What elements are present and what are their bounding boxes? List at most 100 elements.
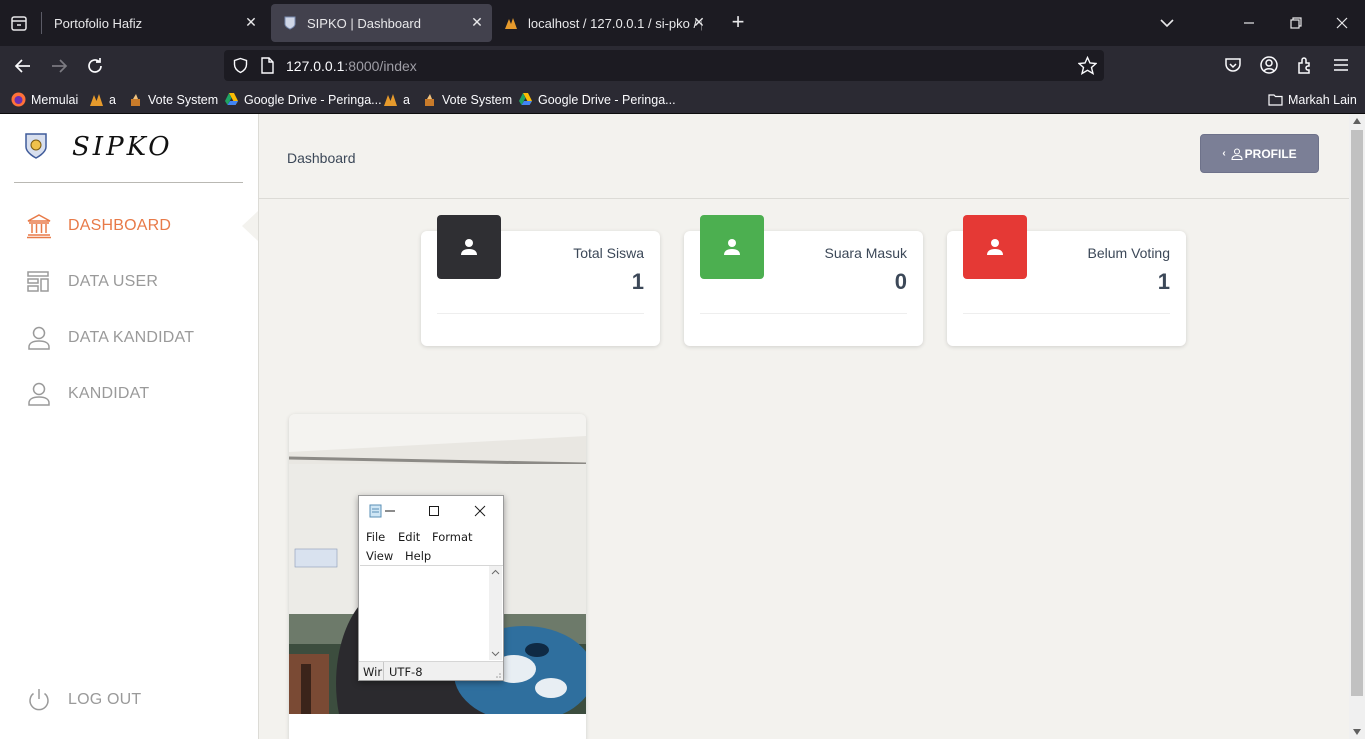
notepad-scrollbar[interactable] [489, 566, 502, 660]
tab-phpmyadmin[interactable]: localhost / 127.0.0.1 / si-pko / p ✕ [492, 4, 714, 42]
breadcrumb[interactable]: Dashboard [287, 150, 356, 166]
vote-icon [131, 94, 140, 106]
stat-card-belum-voting: Belum Voting 1 [947, 215, 1186, 346]
bookmark-a[interactable]: a [89, 92, 116, 107]
person-icon [461, 239, 477, 255]
chevron-down-icon[interactable] [1156, 12, 1178, 34]
app-logo-text[interactable]: SIPKO [72, 132, 173, 162]
notepad-icon [369, 504, 382, 518]
close-window-icon[interactable] [1331, 12, 1353, 34]
tab-list-icon[interactable] [8, 12, 30, 34]
user-icon [28, 326, 50, 350]
url-path: :8000/index [344, 58, 417, 74]
tab-bar: Portofolio Hafiz ✕ SIPKO | Dashboard ✕ l… [0, 0, 1365, 46]
card-icon-box [963, 215, 1027, 279]
bookmark-vote-system[interactable]: Vote System [422, 92, 512, 107]
bookmark-google-drive[interactable]: Google Drive - Peringa... [224, 92, 382, 107]
bookmark-label: a [403, 92, 410, 107]
vote-icon [425, 94, 434, 106]
folder-icon [1268, 94, 1283, 106]
sidebar-item-kandidat[interactable]: KANDIDAT [26, 379, 246, 409]
profile-button[interactable]: ‹ PROFILE [1200, 134, 1319, 173]
page-content: SIPKO DASHBOARD DATA USER DATA KANDIDAT [0, 114, 1365, 739]
notepad-menu-view[interactable]: View [366, 549, 393, 563]
card-icon-box [437, 215, 501, 279]
phpmyadmin-favicon-icon [505, 18, 517, 29]
google-drive-icon [225, 93, 238, 105]
xampp-icon [90, 94, 103, 106]
forward-icon[interactable] [48, 55, 70, 77]
shield-icon[interactable] [232, 57, 249, 74]
divider [700, 313, 907, 314]
address-bar[interactable]: 127.0.0.1:8000/index [224, 50, 1104, 81]
close-tab-icon[interactable]: ✕ [244, 15, 258, 29]
notepad-menu-format[interactable]: Format [432, 530, 473, 544]
account-icon[interactable] [1259, 55, 1279, 75]
sidebar-item-label: DATA USER [68, 273, 159, 290]
restore-icon[interactable] [1285, 12, 1307, 34]
tab-portofolio[interactable]: Portofolio Hafiz ✕ [42, 4, 266, 42]
bookmark-label: Google Drive - Peringa... [244, 92, 382, 107]
new-tab-button[interactable]: + [727, 11, 749, 34]
pocket-icon[interactable] [1223, 55, 1243, 75]
sidebar-item-label: KANDIDAT [68, 385, 150, 402]
notepad-titlebar[interactable] [359, 496, 503, 526]
page-icon[interactable] [260, 57, 275, 74]
logout-label: LOG OUT [68, 691, 142, 708]
divider [14, 182, 243, 183]
page-scrollbar[interactable] [1349, 114, 1365, 739]
sidebar-item-data-kandidat[interactable]: DATA KANDIDAT [26, 323, 246, 353]
caret-left-icon: ‹ [1222, 148, 1226, 159]
notepad-menu-edit[interactable]: Edit [398, 530, 420, 544]
notepad-window[interactable]: File Edit Format View Help Wir UTF-8 [358, 495, 504, 681]
close-icon[interactable] [473, 504, 487, 518]
sidebar: SIPKO DASHBOARD DATA USER DATA KANDIDAT [0, 114, 259, 739]
scroll-up-icon[interactable] [1353, 118, 1361, 124]
sidebar-item-data-user[interactable]: DATA USER [26, 267, 246, 297]
google-drive-icon [519, 93, 532, 105]
close-tab-icon[interactable]: ✕ [470, 15, 484, 29]
back-icon[interactable] [12, 55, 34, 77]
minimize-icon[interactable] [383, 504, 397, 518]
star-icon[interactable] [1078, 56, 1097, 75]
firefox-icon [11, 92, 26, 107]
notepad-statusbar: Wir UTF-8 [359, 661, 503, 680]
stat-card-total-siswa: Total Siswa 1 [421, 215, 660, 346]
sidebar-item-label: DATA KANDIDAT [68, 329, 195, 346]
scroll-up-icon[interactable] [491, 569, 500, 575]
bookmark-label: Google Drive - Peringa... [538, 92, 676, 107]
user-icon [28, 382, 50, 406]
bookmark-google-drive[interactable]: Google Drive - Peringa... [518, 92, 676, 107]
notepad-menu-file[interactable]: File [366, 530, 385, 544]
bookmark-a[interactable]: a [383, 92, 410, 107]
maximize-icon[interactable] [427, 504, 441, 518]
bookmark-memulai[interactable]: Memulai [11, 92, 78, 107]
scroll-down-icon[interactable] [1353, 729, 1361, 735]
bookmarks-toolbar: Memulai a Vote System Google Drive - Per… [0, 86, 1365, 114]
encoding-status: UTF-8 [389, 665, 423, 679]
resize-grip-icon[interactable] [493, 670, 501, 678]
menu-icon[interactable] [1331, 55, 1351, 75]
other-bookmarks[interactable]: Markah Lain [1268, 92, 1357, 107]
scroll-down-icon[interactable] [491, 651, 500, 657]
close-tab-icon[interactable]: ✕ [692, 15, 706, 29]
tab-sipko-dashboard[interactable]: SIPKO | Dashboard ✕ [271, 4, 492, 42]
logout-button[interactable]: LOG OUT [26, 685, 246, 715]
minimize-icon[interactable] [1238, 12, 1260, 34]
notepad-menu-help[interactable]: Help [405, 549, 431, 563]
reload-icon[interactable] [84, 55, 106, 77]
tab-title: localhost / 127.0.0.1 / si-pko / p [528, 15, 702, 31]
bookmark-vote-system[interactable]: Vote System [128, 92, 218, 107]
extensions-icon[interactable] [1295, 55, 1315, 75]
divider [437, 313, 644, 314]
list-icon [27, 271, 49, 292]
person-icon [987, 239, 1003, 255]
power-icon [29, 689, 49, 711]
bookmark-label: Vote System [148, 92, 219, 107]
scrollbar-thumb[interactable] [1351, 130, 1363, 696]
url-text[interactable]: 127.0.0.1:8000/index [286, 58, 417, 74]
tab-title: SIPKO | Dashboard [307, 15, 421, 31]
sidebar-item-dashboard[interactable]: DASHBOARD [26, 211, 246, 241]
notepad-text-area[interactable] [360, 565, 503, 661]
school-logo-icon [25, 133, 47, 159]
